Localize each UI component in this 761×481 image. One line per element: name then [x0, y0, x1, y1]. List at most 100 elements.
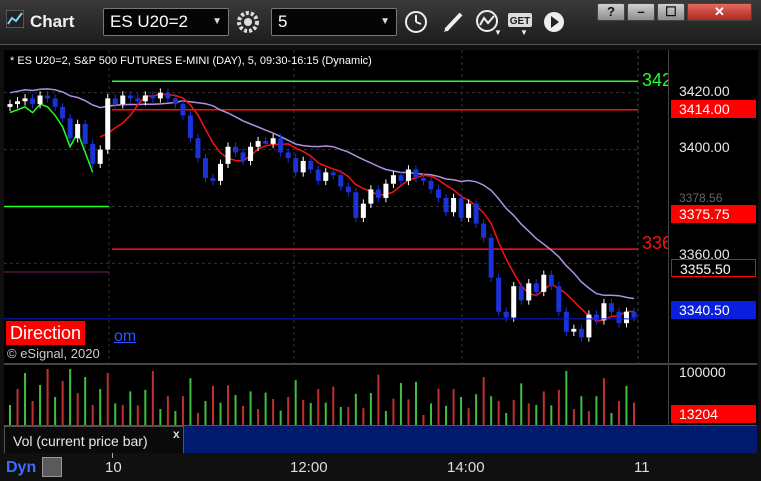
candle-body — [533, 283, 539, 292]
candle-body — [97, 149, 103, 164]
candle-body — [398, 175, 404, 181]
volume-study-tab[interactable]: Vol (current price bar) x — [4, 426, 184, 454]
copyright-text: © eSignal, 2020 — [7, 346, 100, 361]
candle-body — [285, 152, 291, 159]
candle-body — [488, 237, 494, 278]
volume-bar — [490, 396, 493, 425]
volume-bar — [136, 405, 139, 425]
candle-body — [195, 138, 201, 159]
volume-bar — [369, 393, 372, 425]
candle-body — [172, 98, 178, 105]
volume-bar — [347, 407, 350, 425]
candle-body — [210, 178, 216, 181]
volume-bar — [249, 391, 252, 425]
candle-body — [263, 141, 269, 144]
price-chart-canvas[interactable] — [4, 50, 668, 363]
direction-link-suffix[interactable]: om — [114, 328, 136, 346]
svg-text:▼: ▼ — [494, 28, 502, 36]
candle-body — [383, 183, 389, 198]
volume-bar — [272, 399, 275, 425]
title-bar: Chart ES U20=2 ▼ 5 ▼ ▼ GET ▼ ? – ☐ ✕ — [0, 0, 761, 45]
interval-value: 5 — [278, 12, 288, 31]
volume-bar — [445, 405, 448, 425]
volume-pane[interactable] — [4, 365, 668, 425]
next-icon[interactable] — [540, 8, 568, 36]
volume-bar — [279, 410, 282, 425]
close-icon[interactable]: x — [173, 427, 180, 441]
maximize-button[interactable]: ☐ — [657, 3, 685, 21]
candle-body — [436, 189, 442, 198]
volume-bar — [550, 405, 553, 425]
candle-body — [225, 146, 231, 164]
upper-red-flag: 3414.00 — [671, 100, 756, 118]
volume-bar — [189, 378, 192, 425]
volume-bar — [377, 374, 380, 425]
candle-body — [248, 146, 254, 161]
candle-body — [82, 123, 88, 144]
volume-bar — [625, 385, 628, 425]
candle-body — [368, 189, 374, 204]
volume-bar — [542, 391, 545, 425]
interval-dropdown[interactable]: 5 ▼ — [271, 8, 397, 36]
volume-bar — [437, 388, 440, 425]
candle-body — [593, 314, 599, 321]
volume-bar — [362, 408, 365, 425]
volume-bar — [595, 396, 598, 425]
study-icon[interactable]: ▼ — [474, 8, 502, 36]
candle-body — [75, 123, 81, 139]
close-button[interactable]: ✕ — [687, 3, 752, 21]
volume-bar — [482, 377, 485, 425]
clock-icon[interactable] — [402, 8, 430, 36]
volume-bar — [257, 409, 260, 425]
volume-bar — [399, 383, 402, 425]
candle-body — [240, 152, 246, 161]
settings-icon[interactable] — [234, 8, 262, 36]
candle-body — [22, 98, 28, 102]
volume-bar — [354, 393, 357, 425]
candle-body — [135, 98, 141, 102]
candle-body — [165, 92, 171, 99]
pencil-icon[interactable] — [440, 8, 468, 36]
candle-body — [503, 311, 509, 318]
mid-red-flag: 3375.75 — [671, 205, 756, 223]
price-chart[interactable]: * ES U20=2, S&P 500 FUTURES E-MINI (DAY)… — [4, 50, 672, 363]
chevron-down-icon: ▼ — [212, 16, 222, 27]
time-axis[interactable]: Dyn 10 12:00 14:00 11 — [0, 453, 761, 481]
volume-bar — [610, 413, 613, 425]
volume-canvas — [9, 369, 635, 425]
volume-bar — [121, 405, 124, 425]
volume-bar — [332, 386, 335, 425]
candle-body — [428, 180, 434, 190]
candle-body — [15, 101, 21, 105]
help-button[interactable]: ? — [597, 3, 625, 21]
volume-bar — [602, 378, 605, 425]
candle-body — [180, 104, 186, 116]
volume-bar — [181, 396, 184, 425]
candle-body — [556, 286, 562, 312]
volume-bar — [69, 369, 72, 425]
minimize-button[interactable]: – — [627, 3, 655, 21]
vwap-line-green — [9, 103, 94, 173]
volume-bar — [234, 395, 237, 425]
volume-bar — [166, 396, 169, 425]
candle-body — [466, 203, 472, 218]
candle-body — [586, 314, 592, 338]
candle-body — [473, 203, 479, 224]
fx-icon[interactable] — [42, 457, 62, 477]
symbol-dropdown[interactable]: ES U20=2 ▼ — [103, 8, 229, 36]
price-axis[interactable]: 3420.00 3414.00 3400.00 3378.56 3375.75 … — [668, 50, 758, 363]
candle-body — [360, 203, 366, 218]
candle-body — [30, 98, 36, 105]
window-title: Chart — [30, 12, 75, 31]
get-icon[interactable]: GET ▼ — [507, 8, 535, 37]
dynamic-button[interactable]: Dyn — [6, 459, 36, 477]
candle-body — [571, 328, 577, 332]
volume-bar — [159, 409, 162, 425]
volume-bar — [9, 405, 11, 425]
candle-body — [202, 158, 208, 179]
candle-body — [496, 277, 502, 312]
volume-bar — [520, 383, 523, 425]
volume-bar — [384, 411, 387, 425]
candle-body — [90, 143, 96, 164]
direction-label: Direction — [6, 321, 86, 345]
